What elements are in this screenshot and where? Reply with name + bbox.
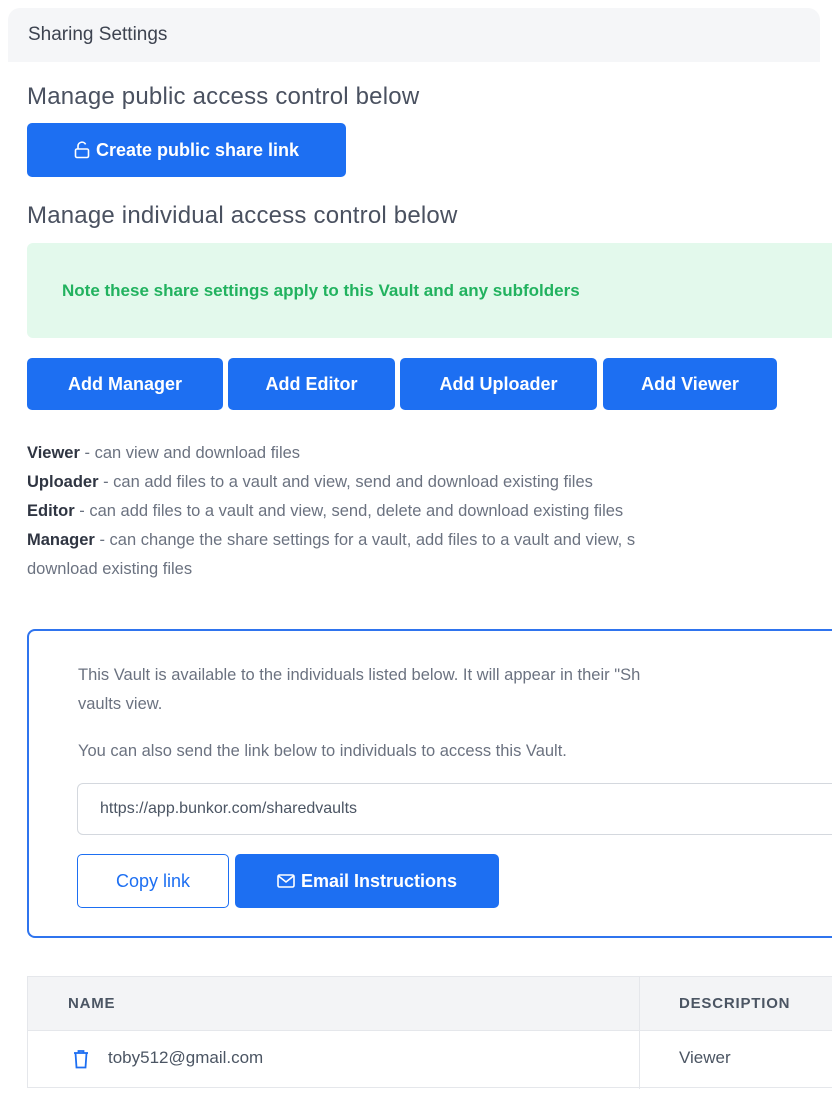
shared-users-table: NAME DESCRIPTION toby512@gmail.com Viewe…: [27, 976, 832, 1089]
role-name: Viewer: [27, 444, 80, 462]
add-manager-button[interactable]: Add Manager: [27, 358, 223, 410]
share-link-input[interactable]: [77, 783, 832, 835]
card-info-line1: This Vault is available to the individua…: [78, 666, 641, 684]
role-manager-tail: download existing files: [27, 560, 193, 578]
table-row: toby512@gmail.com Viewer: [28, 1031, 832, 1088]
role-manager: Manager - can change the share settings …: [27, 526, 832, 555]
note-banner: Note these share settings apply to this …: [27, 243, 832, 338]
sharing-settings-page: Sharing Settings Manage public access co…: [0, 0, 832, 1108]
trash-icon[interactable]: [72, 1049, 90, 1074]
page-title: Sharing Settings: [28, 24, 168, 45]
email-instructions-label: Email Instructions: [300, 870, 458, 891]
note-text: Note these share settings apply to this …: [62, 280, 580, 300]
role-uploader: Uploader - can add files to a vault and …: [27, 468, 832, 497]
create-public-share-link-label: Create public share link: [95, 139, 300, 160]
add-viewer-button[interactable]: Add Viewer: [603, 358, 777, 410]
role-desc: - can add files to a vault and view, sen…: [74, 502, 624, 520]
add-editor-button[interactable]: Add Editor: [228, 358, 395, 410]
role-desc: - can change the share settings for a va…: [94, 531, 636, 549]
user-role: Viewer: [679, 1048, 731, 1067]
email-instructions-button[interactable]: Email Instructions: [235, 854, 499, 908]
header-bar: Sharing Settings: [8, 8, 820, 62]
unlock-icon: [74, 141, 90, 159]
role-descriptions: Viewer - can view and download files Upl…: [27, 439, 832, 584]
role-name: Manager: [27, 531, 95, 549]
role-viewer: Viewer - can view and download files: [27, 439, 832, 468]
add-uploader-button[interactable]: Add Uploader: [400, 358, 597, 410]
public-access-title: Manage public access control below: [27, 83, 420, 110]
role-desc: - can view and download files: [79, 444, 301, 462]
role-editor: Editor - can add files to a vault and vi…: [27, 497, 832, 526]
individual-access-title: Manage individual access control below: [27, 202, 458, 229]
column-header-description: DESCRIPTION: [679, 995, 791, 1012]
copy-link-button[interactable]: Copy link: [77, 854, 229, 908]
mail-icon: [277, 874, 295, 888]
card-info-line2: vaults view.: [78, 695, 163, 713]
card-link-info: You can also send the link below to indi…: [78, 742, 567, 760]
create-public-share-link-button[interactable]: Create public share link: [27, 123, 346, 177]
column-header-name: NAME: [68, 995, 116, 1012]
table-header: NAME DESCRIPTION: [28, 977, 832, 1031]
share-link-card: This Vault is available to the individua…: [27, 629, 832, 938]
role-name: Editor: [27, 502, 75, 520]
role-desc: - can add files to a vault and view, sen…: [98, 473, 593, 491]
role-name: Uploader: [27, 473, 99, 491]
user-email: toby512@gmail.com: [108, 1048, 264, 1067]
